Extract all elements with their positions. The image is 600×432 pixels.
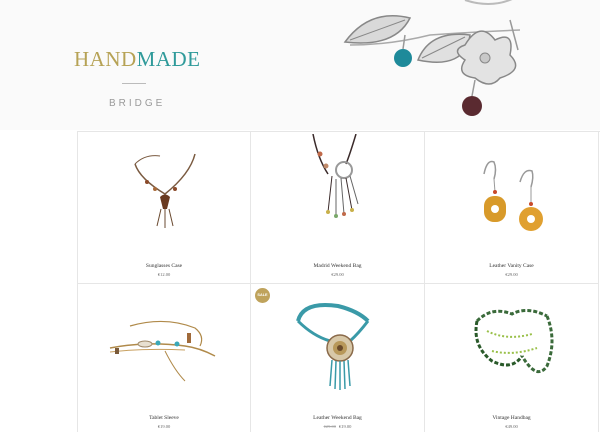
product-title[interactable]: Leather Vanity Case — [425, 263, 598, 269]
product-price: €19.00 — [78, 424, 250, 429]
price-current: €29.00 — [331, 272, 344, 277]
product-card[interactable]: Vintage Handbag €49.00 — [425, 284, 599, 432]
product-price: €29.00 €19.00 — [251, 424, 424, 429]
earrings-amber-icon — [483, 160, 543, 231]
product-card[interactable]: SALE Leather Weekend Bag €29.00 €19.00 — [251, 284, 425, 432]
product-title[interactable]: Vintage Handbag — [425, 415, 598, 421]
price-current: €19.00 — [157, 424, 171, 429]
necklace-shell-icon — [296, 303, 370, 390]
price-old: €29.00 — [323, 424, 336, 429]
price-current: €19.00 — [339, 424, 352, 429]
necklace-green-beads-icon — [474, 309, 554, 374]
brand-part1: HAND — [74, 47, 137, 71]
product-card[interactable]: Madrid Weekend Bag €29.00 — [251, 132, 425, 284]
product-grid: Sunglasses Case €12.00 Madrid Weekend Ba… — [77, 131, 600, 432]
product-title[interactable]: Leather Weekend Bag — [251, 415, 424, 421]
necklace-tassel-icon — [312, 134, 359, 218]
product-price: €29.00 — [425, 272, 598, 277]
product-title[interactable]: Sunglasses Case — [78, 263, 250, 269]
product-price: €12.00 — [78, 272, 250, 277]
brand-logo[interactable]: HANDMADE — [74, 47, 201, 72]
hero-banner: HANDMADE BRIDGE — [0, 0, 600, 130]
sale-badge: SALE — [255, 288, 270, 303]
price-current: €29.00 — [505, 272, 518, 277]
bracelet-cord-icon — [109, 320, 216, 382]
brand-divider — [122, 83, 146, 84]
product-title[interactable]: Madrid Weekend Bag — [251, 263, 424, 269]
price-current: €12.00 — [157, 272, 171, 277]
product-price: €29.00 — [251, 272, 424, 277]
price-current: €49.00 — [505, 424, 518, 429]
product-title[interactable]: Tablet Sleeve — [78, 415, 250, 421]
product-card[interactable]: Tablet Sleeve €19.00 — [77, 284, 251, 432]
necklace-brown-icon — [134, 153, 196, 228]
brand-subtitle: BRIDGE — [109, 98, 166, 109]
product-card[interactable]: Leather Vanity Case €29.00 — [425, 132, 599, 284]
brand-part2: MADE — [136, 47, 201, 71]
leaf-necklace-icon — [343, 0, 521, 116]
product-card[interactable]: Sunglasses Case €12.00 — [77, 132, 251, 284]
product-price: €49.00 — [425, 424, 598, 429]
